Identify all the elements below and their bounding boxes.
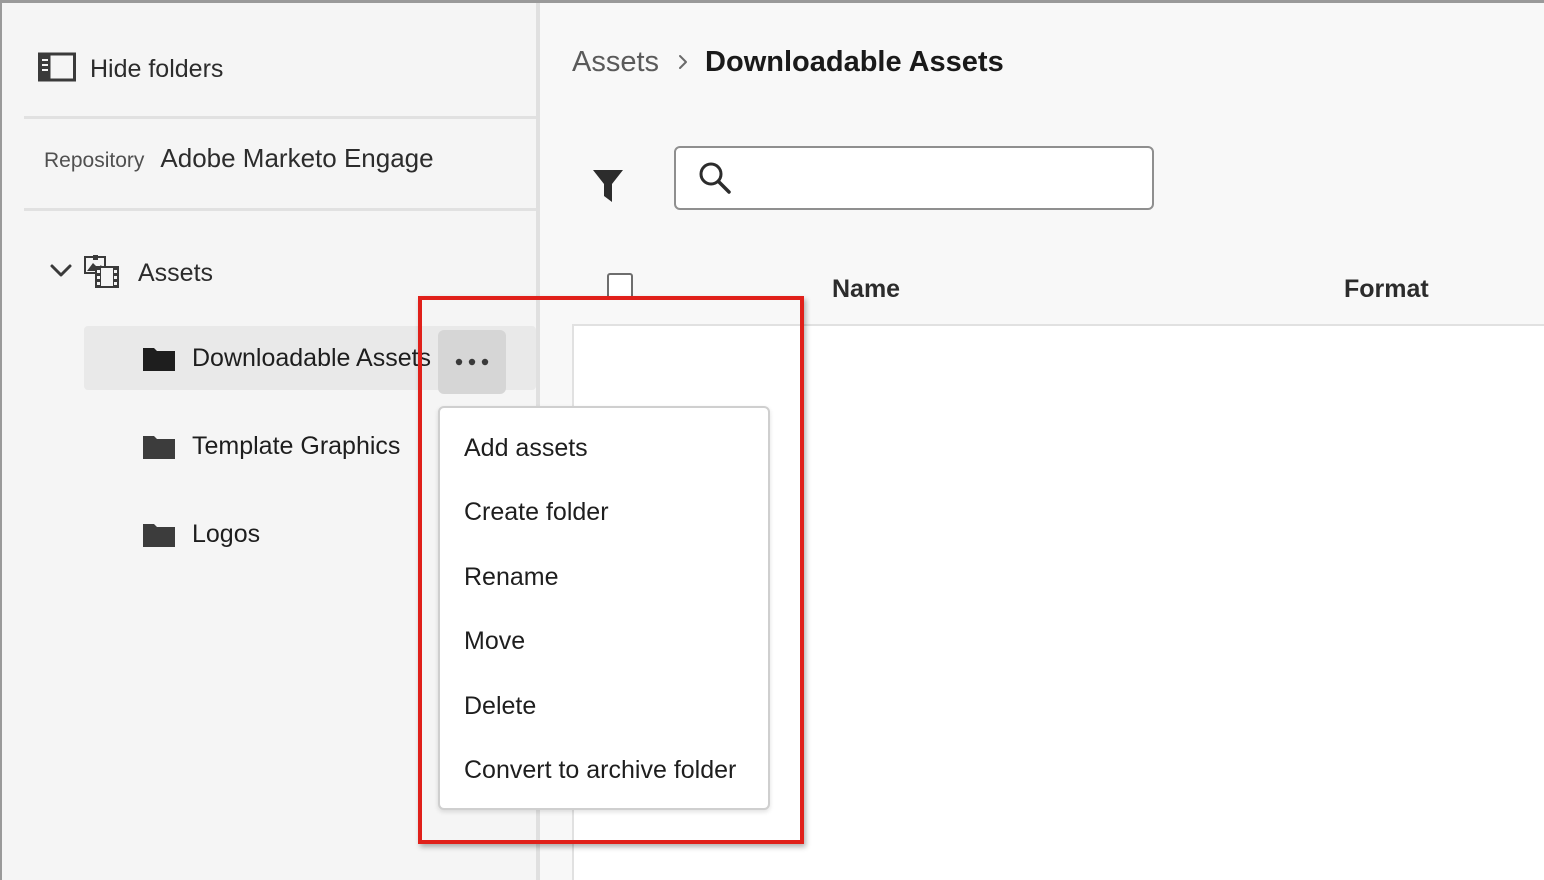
menu-item-move[interactable]: Move [464,627,525,656]
panel-toggle-icon [38,52,76,87]
select-all-checkbox[interactable] [607,273,633,299]
breadcrumb-parent[interactable]: Assets [572,46,659,79]
folder-item-label: Logos [192,519,261,548]
chevron-down-icon[interactable] [48,258,74,289]
repository-label: Repository [44,149,145,172]
ellipsis-icon [455,353,489,371]
sidebar-separator [24,116,536,119]
tree-root-assets[interactable]: Assets [48,250,213,296]
filter-button[interactable] [588,166,628,210]
column-header-name[interactable]: Name [832,275,900,304]
hide-folders-button[interactable]: Hide folders [38,50,223,88]
menu-item-delete[interactable]: Delete [464,692,536,721]
folder-icon [142,520,176,548]
repository-value: Adobe Marketo Engage [160,143,434,173]
breadcrumb: Assets Downloadable Assets [572,42,1004,82]
folder-item-label: Template Graphics [192,431,401,460]
repository-info: Repository Adobe Marketo Engage [44,143,434,174]
filter-icon [592,168,624,209]
menu-item-add-assets[interactable]: Add assets [464,434,588,463]
column-header-format[interactable]: Format [1344,275,1429,304]
breadcrumb-current: Downloadable Assets [705,45,1004,78]
menu-item-rename[interactable]: Rename [464,563,559,592]
assets-library-icon [84,253,120,294]
sidebar-separator [24,208,536,211]
hide-folders-label: Hide folders [90,54,224,83]
folder-icon [142,432,176,460]
search-input[interactable] [742,157,1152,199]
folder-item-label: Downloadable Assets [192,343,432,372]
folder-context-menu: Add assets Create folder Rename Move Del… [438,406,770,810]
chevron-right-icon [677,53,689,71]
search-icon [698,161,732,195]
tree-root-label: Assets [138,258,214,287]
menu-item-convert-to-archive-folder[interactable]: Convert to archive folder [464,756,736,785]
folder-more-actions-button[interactable] [438,330,506,394]
search-field[interactable] [674,146,1154,210]
folder-icon [142,344,176,372]
menu-item-create-folder[interactable]: Create folder [464,498,609,527]
